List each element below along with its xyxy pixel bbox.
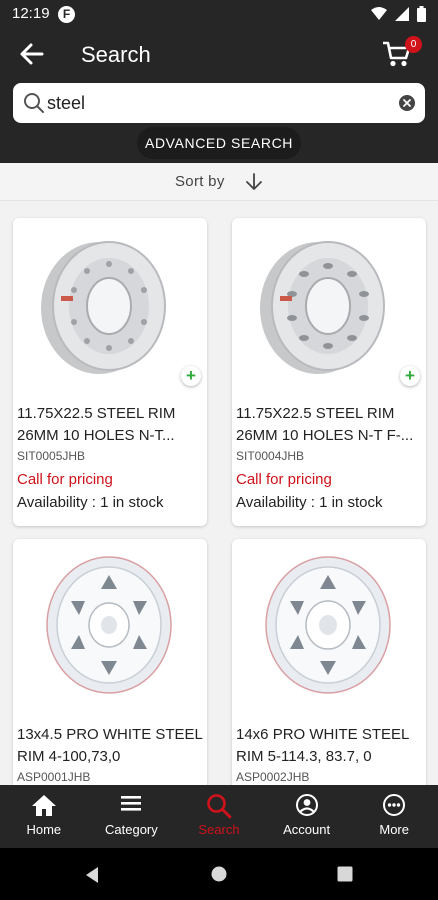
add-to-cart-button[interactable]: + [400,366,420,386]
page-title: Search [81,42,151,67]
product-price: Call for pricing [236,471,332,488]
product-sku: ASP0001JHB [17,770,91,784]
cart-count-badge: 0 [405,36,422,53]
product-image [260,241,385,374]
system-back-icon[interactable] [84,866,100,884]
product-availability: Availability : 1 in stock [17,494,164,511]
arrow-left-icon [20,43,44,65]
product-title: 14x6 PRO WHITE STEEL RIM 5-114.3, 83.7, … [236,726,409,765]
sort-label: Sort by [175,173,225,190]
app-notification-icon: F [58,6,75,23]
cart-button[interactable]: 0 [382,36,422,70]
search-bar [13,83,425,123]
product-sku: ASP0002JHB [236,770,310,784]
nav-home[interactable]: Home [0,785,88,848]
status-icons [371,6,426,22]
product-grid: + 11.75X22.5 STEEL RIM 26MM 10 HOLES N-T… [0,201,438,785]
status-time: 12:19 [12,5,50,22]
product-image [41,241,166,374]
add-to-cart-button[interactable]: + [181,366,201,386]
product-price: Call for pricing [17,471,113,488]
product-title: 11.75X22.5 STEEL RIM 26MM 10 HOLES N-T..… [17,405,176,444]
clear-search-button[interactable] [399,95,415,111]
bottom-navigation: Home Category Search Account More [0,785,438,848]
close-icon [403,99,411,107]
app-header: Search 0 ADVANCED SEARCH [0,28,438,163]
wifi-icon [371,7,387,20]
back-button[interactable] [16,40,48,68]
nav-label: Home [26,822,62,837]
sort-bar[interactable]: Sort by [0,163,438,201]
search-icon [24,93,44,113]
product-availability: Availability : 1 in stock [236,494,383,511]
system-navigation-bar [0,848,438,900]
more-icon [383,794,406,816]
product-card[interactable]: 13x4.5 PRO WHITE STEEL RIM 4-100,73,0 AS… [13,539,207,785]
product-card[interactable]: 14x6 PRO WHITE STEEL RIM 5-114.3, 83.7, … [232,539,426,785]
arrow-down-icon [246,173,262,190]
product-card[interactable]: + 11.75X22.5 STEEL RIM 26MM 10 HOLES N-T… [13,218,207,526]
signal-icon [395,7,409,21]
product-title: 11.75X22.5 STEEL RIM 26MM 10 HOLES N-T F… [236,405,414,444]
home-icon [31,795,56,816]
nav-account[interactable]: Account [263,785,351,848]
menu-icon [121,796,142,811]
status-bar: 12:19 F [0,0,438,28]
nav-label: Account [283,822,331,837]
nav-label: Category [105,822,158,837]
system-recents-icon[interactable] [337,866,353,882]
nav-more[interactable]: More [350,785,438,848]
search-input[interactable] [47,90,387,116]
nav-search[interactable]: Search [175,785,263,848]
nav-label: More [379,822,409,837]
product-card[interactable]: + 11.75X22.5 STEEL RIM 26MM 10 HOLES N-T… [232,218,426,526]
product-sku: SIT0005JHB [17,449,86,463]
search-icon [207,794,232,819]
system-home-icon[interactable] [211,866,227,882]
battery-icon [417,6,426,22]
account-icon [295,794,318,816]
product-title: 13x4.5 PRO WHITE STEEL RIM 4-100,73,0 [17,726,203,765]
product-image [265,556,391,694]
nav-category[interactable]: Category [88,785,176,848]
advanced-search-button[interactable]: ADVANCED SEARCH [137,127,301,159]
product-image [46,556,172,694]
product-sku: SIT0004JHB [236,449,305,463]
nav-label: Search [198,822,240,837]
